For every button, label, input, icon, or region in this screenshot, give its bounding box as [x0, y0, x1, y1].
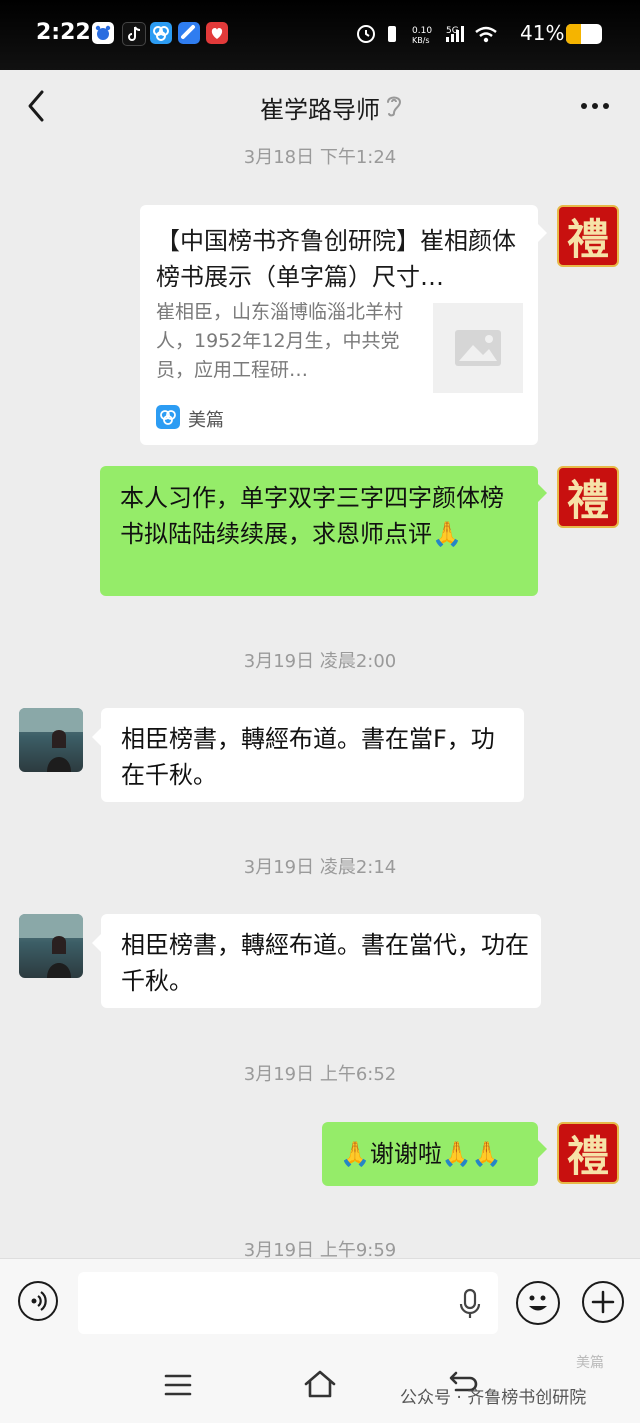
voice-icon[interactable] — [18, 1281, 58, 1321]
image-placeholder-icon — [433, 303, 523, 393]
red-app-icon — [206, 22, 228, 44]
timestamp: 3月18日 下午1:24 — [243, 147, 397, 168]
menu-icon[interactable] — [163, 1372, 193, 1402]
avatar[interactable] — [19, 708, 83, 772]
battery-percent: 41% — [520, 21, 565, 45]
message-input[interactable] — [78, 1272, 498, 1334]
meipian-app-icon — [150, 22, 172, 44]
watermark-text: 公众号 · 齐鲁榜书创研院 — [400, 1388, 587, 1408]
bubble-tail — [538, 484, 547, 502]
baidu-app-icon — [92, 22, 114, 44]
message-text: 本人习作，单字双字三字四字颜体榜书拟陆陆续续展，求恩师点评🙏 — [120, 484, 504, 548]
message-bubble-outgoing[interactable]: 本人习作，单字双字三字四字颜体榜书拟陆陆续续展，求恩师点评🙏 — [100, 466, 538, 596]
article-card[interactable]: 【中国榜书齐鲁创研院】崔相颜体榜书展示（单字篇）尺寸… 崔相臣，山东淄博临淄北羊… — [140, 205, 538, 445]
bubble-tail — [92, 934, 101, 952]
more-dots-icon[interactable] — [578, 92, 612, 120]
message-bubble-incoming[interactable]: 相臣榜書，轉經布道。書在當代，功在千秋。 — [101, 914, 541, 1008]
card-description: 崔相臣，山东淄博临淄北羊村人，1952年12月生，中共党员，应用工程研… — [156, 301, 404, 381]
message-text: 相臣榜書，轉經布道。書在當F，功在千秋。 — [121, 725, 495, 789]
avatar[interactable]: 禮 — [557, 1122, 619, 1184]
battery-icon — [566, 24, 602, 44]
bubble-tail — [538, 224, 547, 242]
tiktok-app-icon — [122, 22, 146, 46]
mic-icon[interactable] — [458, 1288, 482, 1320]
message-text: 相臣榜書，轉經布道。書在當代，功在千秋。 — [121, 931, 529, 995]
blue-app-icon — [178, 22, 200, 44]
avatar[interactable]: 禮 — [557, 466, 619, 528]
status-time: 2:22 — [36, 20, 91, 45]
message-bubble-outgoing[interactable]: 🙏谢谢啦🙏🙏 — [322, 1122, 538, 1186]
svg-text:KB/s: KB/s — [412, 36, 430, 45]
card-title: 【中国榜书齐鲁创研院】崔相颜体榜书展示（单字篇）尺寸… — [156, 227, 516, 291]
card-source: 美篇 — [188, 410, 224, 431]
meipian-icon — [156, 405, 180, 429]
plus-icon[interactable] — [582, 1281, 624, 1323]
battery-fill — [566, 24, 581, 44]
message-bubble-incoming[interactable]: 相臣榜書，轉經布道。書在當F，功在千秋。 — [101, 708, 524, 802]
emoji-icon[interactable] — [516, 1281, 560, 1325]
avatar[interactable]: 禮 — [557, 205, 619, 267]
ear-icon — [384, 92, 404, 118]
timestamp: 3月19日 凌晨2:14 — [243, 857, 397, 878]
status-icons: 0.10 KB/s 5G — [354, 22, 504, 51]
home-icon[interactable] — [302, 1368, 338, 1404]
timestamp: 3月19日 凌晨2:00 — [243, 651, 397, 672]
bubble-tail — [92, 728, 101, 746]
timestamp: 3月19日 上午6:52 — [243, 1064, 397, 1085]
avatar[interactable] — [19, 914, 83, 978]
message-text: 🙏谢谢啦🙏🙏 — [340, 1140, 502, 1168]
chat-title: 崔学路导师 — [260, 96, 380, 124]
watermark-corner: 美篇 — [576, 1355, 604, 1371]
bubble-tail — [538, 1140, 547, 1158]
svg-text:0.10: 0.10 — [412, 26, 432, 36]
